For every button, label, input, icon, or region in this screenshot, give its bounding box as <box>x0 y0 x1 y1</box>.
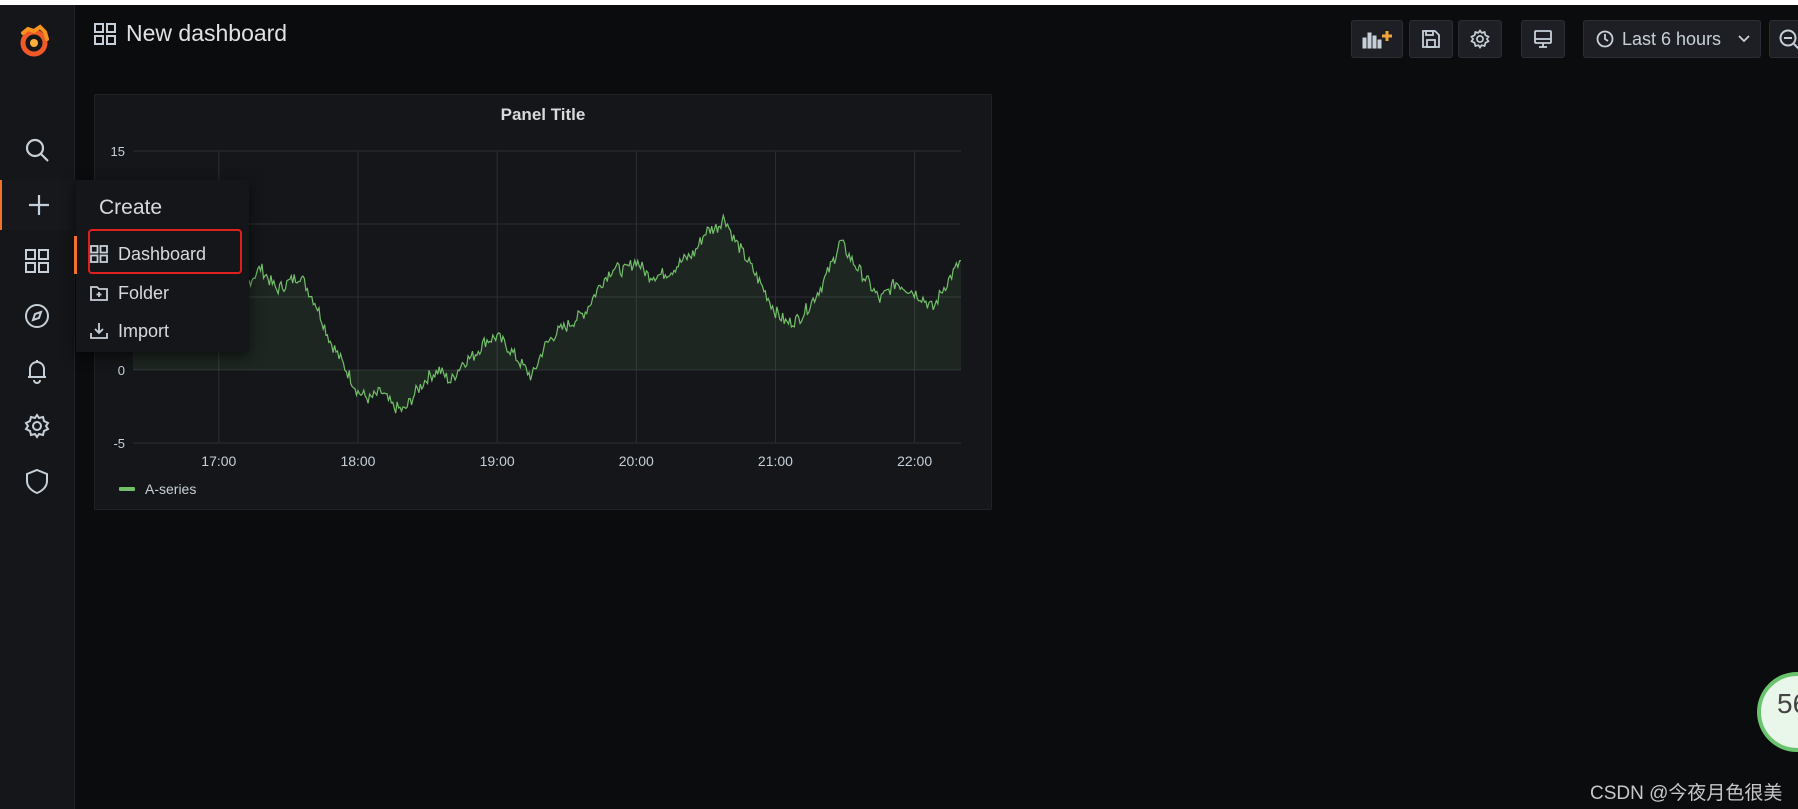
monitor-icon <box>1534 30 1552 48</box>
dashboard-title[interactable]: New dashboard <box>94 20 287 47</box>
top-strip <box>0 0 1798 5</box>
create-menu-header[interactable]: Create <box>99 196 162 220</box>
save-dashboard-button[interactable] <box>1409 20 1453 58</box>
save-icon <box>1422 30 1440 48</box>
apps-icon <box>25 249 49 273</box>
bell-icon <box>28 360 46 384</box>
x-tick-label: 20:00 <box>619 453 654 469</box>
x-tick-label: 19:00 <box>480 453 515 469</box>
sidebar-dashboards[interactable] <box>0 236 74 286</box>
grafana-logo-icon[interactable] <box>14 21 54 66</box>
sidebar-create[interactable] <box>0 180 76 230</box>
sidebar-configuration[interactable] <box>0 401 74 451</box>
series-area-fill <box>133 215 961 414</box>
gauge-widget[interactable]: 56 <box>1757 672 1798 752</box>
legend-label[interactable]: A-series <box>145 481 196 497</box>
x-tick-label: 22:00 <box>897 453 932 469</box>
import-icon <box>90 323 108 339</box>
sidebar-explore[interactable] <box>0 291 74 341</box>
compass-icon <box>25 304 49 328</box>
legend-swatch <box>119 487 135 491</box>
x-tick-label: 17:00 <box>201 453 236 469</box>
clock-icon <box>1596 30 1614 48</box>
cycle-view-mode-button[interactable] <box>1521 20 1565 58</box>
menu-item-import[interactable]: Import <box>86 312 239 350</box>
plus-icon <box>29 195 49 215</box>
y-tick-label: 15 <box>111 144 125 159</box>
watermark: CSDN @今夜月色很美 <box>1590 783 1783 804</box>
menu-item-label: Import <box>118 320 170 341</box>
add-panel-button[interactable] <box>1351 20 1403 58</box>
active-indicator <box>74 236 77 274</box>
gear-icon <box>24 413 50 439</box>
y-tick-label: 0 <box>118 363 125 378</box>
menu-item-label: Folder <box>118 282 170 303</box>
sidebar-server-admin[interactable] <box>0 456 74 506</box>
x-tick-label: 21:00 <box>758 453 793 469</box>
gauge-value: 56 <box>1777 688 1798 719</box>
sidebar <box>0 5 76 809</box>
folder-plus-icon <box>90 286 108 301</box>
time-range-label: Last 6 hours <box>1622 28 1722 49</box>
dashboard-title-text: New dashboard <box>126 20 288 46</box>
dashboard-settings-button[interactable] <box>1458 20 1502 58</box>
search-icon <box>25 138 49 162</box>
shield-icon <box>26 468 48 494</box>
zoom-out-icon <box>1779 29 1798 50</box>
time-range-picker[interactable]: Last 6 hours <box>1583 20 1761 58</box>
gear-icon <box>1470 29 1490 49</box>
chevron-down-icon <box>1738 35 1750 43</box>
apps-icon <box>94 22 116 45</box>
y-tick-label: -5 <box>113 436 125 451</box>
add-panel-icon <box>1362 31 1392 49</box>
x-tick-label: 18:00 <box>340 453 375 469</box>
highlight-box <box>88 229 242 274</box>
sidebar-alerting[interactable] <box>0 346 74 396</box>
legend: A-series <box>119 481 196 497</box>
menu-item-folder[interactable]: Folder <box>86 274 239 312</box>
zoom-out-button[interactable] <box>1769 20 1798 58</box>
sidebar-search[interactable] <box>0 125 74 175</box>
